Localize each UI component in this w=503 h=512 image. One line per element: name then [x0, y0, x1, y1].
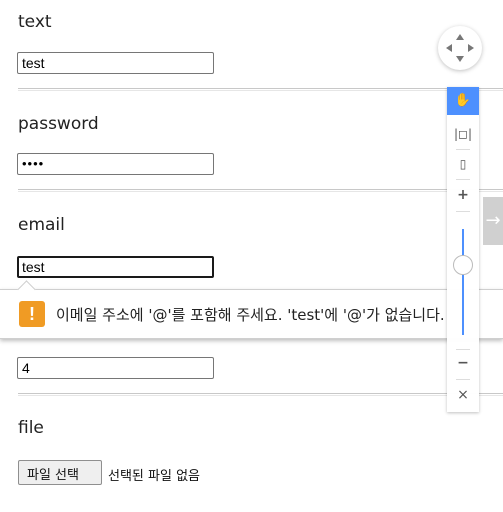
close-icon[interactable]: × — [447, 387, 479, 403]
toolbar-divider — [456, 149, 470, 150]
divider — [18, 88, 503, 90]
arrow-left-icon[interactable] — [446, 44, 452, 52]
divider — [18, 393, 503, 395]
zoom-out-icon[interactable]: − — [447, 355, 479, 371]
validation-message: 이메일 주소에 '@'를 포함해 주세요. 'test'에 '@'가 없습니다. — [56, 306, 445, 324]
pan-control[interactable] — [438, 26, 482, 70]
password-label: password — [18, 114, 99, 134]
file-label: file — [18, 418, 44, 438]
zoom-in-icon[interactable]: + — [447, 187, 479, 203]
zoom-toolbar: ✋ |◻| ▯ + − × — [447, 87, 479, 412]
file-status-text: 선택된 파일 없음 — [108, 469, 200, 484]
warning-icon: ! — [19, 301, 45, 327]
fit-height-icon[interactable]: ▯ — [447, 157, 479, 171]
text-input[interactable]: test — [17, 52, 214, 74]
hand-tool-icon[interactable]: ✋ — [447, 87, 479, 115]
number-input[interactable]: 4 — [17, 357, 214, 379]
arrow-right-icon[interactable] — [468, 44, 474, 52]
zoom-slider-knob[interactable] — [453, 255, 473, 275]
password-input[interactable]: •••• — [17, 153, 214, 175]
fit-width-icon[interactable]: |◻| — [447, 127, 479, 141]
email-label: email — [18, 215, 65, 235]
arrow-down-icon[interactable] — [456, 56, 464, 62]
email-input[interactable]: test — [17, 256, 214, 278]
divider — [18, 189, 503, 191]
toolbar-divider — [456, 379, 470, 380]
next-arrow-button[interactable]: → — [483, 197, 503, 245]
zoom-slider-track — [462, 275, 464, 335]
toolbar-divider — [456, 349, 470, 350]
text-label: text — [18, 12, 52, 32]
file-select-button[interactable]: 파일 선택 — [18, 460, 102, 485]
validation-tooltip: ! 이메일 주소에 '@'를 포함해 주세요. 'test'에 '@'가 없습니… — [0, 289, 503, 339]
toolbar-divider — [456, 179, 470, 180]
arrow-up-icon[interactable] — [456, 34, 464, 40]
toolbar-divider — [456, 211, 470, 212]
